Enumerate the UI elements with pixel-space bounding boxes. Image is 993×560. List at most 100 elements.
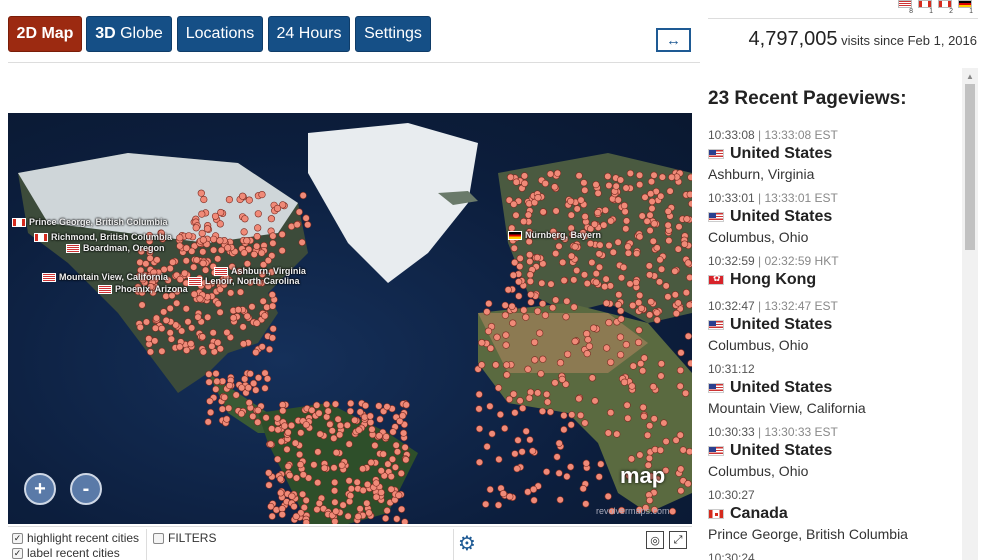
visitor-dot (389, 428, 397, 436)
visitor-dot (526, 277, 535, 285)
visitor-dot (268, 334, 277, 342)
visitor-dot (499, 490, 508, 498)
visitor-dot (204, 313, 212, 321)
visitor-dot (346, 497, 354, 506)
visitor-dot (295, 208, 303, 216)
visitor-dot (617, 274, 626, 282)
visitor-dot (682, 289, 691, 297)
visitor-dot (308, 406, 316, 414)
world-map[interactable]: Prince George, British Columbia Richmond… (8, 113, 692, 524)
visitor-dot (269, 232, 277, 240)
visitor-dot (612, 182, 620, 190)
tab-24-hours[interactable]: 24 Hours (268, 16, 350, 52)
visitor-dot (393, 515, 401, 523)
visitor-dot (249, 412, 257, 421)
visitor-dot (542, 468, 551, 476)
zoom-in-button[interactable]: + (24, 473, 56, 505)
map-logo-url: revolvermaps.com (596, 506, 670, 516)
visitor-dot (627, 455, 636, 463)
visitor-dot (650, 171, 658, 179)
visitor-dot (237, 410, 246, 418)
fullscreen-icon[interactable]: ⤢ (669, 531, 687, 549)
visitor-dot (299, 490, 307, 498)
visitor-dot (511, 450, 519, 458)
target-icon[interactable]: ◎ (646, 531, 664, 549)
zoom-out-button[interactable]: - (70, 473, 102, 505)
visitor-dot (208, 342, 216, 350)
visitor-dot (592, 180, 600, 189)
visitor-dot (520, 306, 528, 314)
visitor-dot (658, 173, 667, 181)
pageview-entry: 10:33:01 | 13:33:01 EST United States Co… (708, 191, 838, 245)
visitor-dot (166, 304, 174, 312)
visitor-dot (401, 518, 409, 524)
pageview-entry: 10:33:08 | 13:33:08 EST United States As… (708, 128, 838, 182)
visitor-dot (559, 258, 567, 266)
visitor-dot (686, 190, 692, 199)
visitor-dot (676, 366, 685, 374)
visitor-dot (653, 309, 661, 317)
visitor-dot (556, 496, 564, 504)
visitor-dot (253, 242, 261, 250)
visitor-dot (200, 195, 208, 204)
visitor-dot (646, 496, 654, 505)
tab-settings[interactable]: Settings (355, 16, 431, 52)
visitor-dot (584, 336, 592, 344)
visitor-dot (582, 459, 590, 467)
visitor-dot (637, 360, 645, 368)
visitor-dot (173, 299, 181, 307)
visitor-dot (313, 505, 321, 514)
us-flag-icon (708, 212, 724, 222)
pageview-entry: 10:32:47 | 13:32:47 EST United States Co… (708, 299, 838, 353)
expand-width-button[interactable]: ↔ (656, 28, 691, 52)
visitor-dot (331, 517, 339, 524)
map-label-phoenix: Phoenix, Arizona (98, 284, 188, 294)
visitor-dot (252, 348, 260, 356)
visitor-dot (552, 249, 560, 258)
visitor-dot (269, 239, 277, 247)
tab-2d-map[interactable]: 2D Map (8, 16, 82, 52)
visitor-dot (291, 439, 300, 447)
visitor-dot (475, 458, 484, 466)
control-divider (146, 529, 147, 560)
visitor-dot (624, 243, 632, 251)
visitor-dot (562, 313, 570, 321)
visitor-dot (314, 479, 322, 487)
visitor-dot (568, 411, 576, 419)
scrollbar-thumb[interactable] (965, 84, 975, 250)
panel-scrollbar[interactable]: ▲ (962, 68, 978, 560)
label-recent-checkbox[interactable]: ✓ label recent cities (12, 546, 120, 560)
visitor-dot (573, 266, 581, 275)
tab-3d-globe[interactable]: 3D Globe (86, 16, 172, 52)
checkbox-checked-icon: ✓ (12, 547, 23, 559)
visitor-dot (238, 384, 246, 392)
visitor-dot (602, 299, 611, 307)
visitor-dot (543, 390, 551, 399)
visitor-dot (245, 196, 253, 204)
visitor-dot (146, 254, 154, 262)
visitor-dot (359, 486, 367, 495)
visitor-dot (681, 389, 690, 397)
visitor-dot (397, 469, 405, 478)
visitor-dot (539, 208, 547, 216)
scroll-up-icon[interactable]: ▲ (966, 72, 974, 81)
visitor-dot (604, 172, 612, 181)
visitor-dot (239, 323, 247, 331)
visitor-dot (655, 278, 664, 286)
visitor-dot (375, 432, 383, 440)
visitor-dot (199, 348, 207, 356)
visitor-dot (486, 485, 494, 494)
visitor-dot (292, 474, 301, 482)
highlight-recent-checkbox[interactable]: ✓ highlight recent cities (12, 531, 139, 545)
visitor-dot (597, 460, 605, 468)
tab-locations[interactable]: Locations (177, 16, 263, 52)
visitor-dot (258, 249, 266, 257)
filters-checkbox[interactable]: FILTERS (153, 531, 216, 545)
visitor-dot (194, 313, 202, 321)
gear-icon[interactable]: ⚙ (458, 531, 476, 556)
visitor-dot (614, 238, 622, 246)
visitor-dot (560, 411, 568, 420)
visitor-dot (382, 433, 390, 441)
visitor-dot (656, 446, 665, 454)
visitor-dot (336, 422, 345, 430)
